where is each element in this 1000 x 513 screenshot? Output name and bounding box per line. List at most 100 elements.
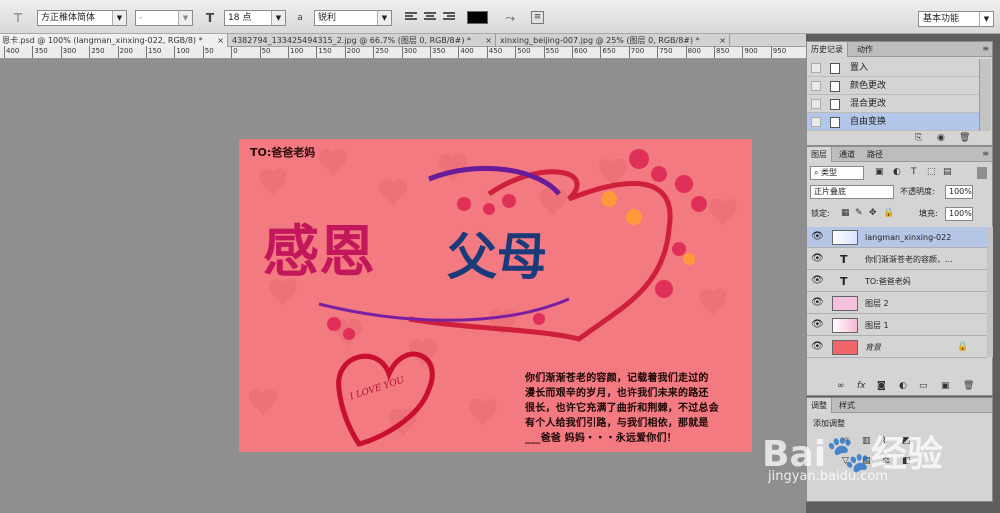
font-family-value: 方正稚体简体	[41, 13, 96, 23]
filter-shape-icon[interactable]: ⬚	[927, 167, 936, 177]
ruler-tick	[401, 46, 403, 58]
lock-all-icon[interactable]: 🔒	[883, 208, 894, 218]
close-icon[interactable]: ×	[217, 34, 224, 47]
blend-mode-select[interactable]: 正片叠底	[810, 185, 894, 199]
filter-pixel-icon[interactable]: ▣	[875, 167, 884, 177]
ruler-tick	[714, 46, 715, 58]
eye-icon[interactable]: 👁	[811, 254, 824, 264]
tab-paths[interactable]: 路径	[863, 147, 887, 162]
layer-row[interactable]: 👁 langman_xinxing-022	[807, 227, 987, 248]
new-document-icon[interactable]: ⎘	[915, 133, 922, 143]
checkbox[interactable]	[811, 99, 821, 109]
eye-icon[interactable]: 👁	[811, 342, 824, 352]
layer-name: 图层 1	[865, 321, 889, 330]
tab-actions[interactable]: 动作	[853, 42, 877, 57]
layer-style-icon[interactable]: fx	[857, 381, 866, 391]
ruler-tick	[117, 46, 119, 58]
layer-row[interactable]: 👁 T TO:爸爸老妈	[807, 271, 987, 292]
ruler-tick	[174, 46, 176, 58]
filter-toggle[interactable]	[977, 167, 987, 179]
eye-icon[interactable]: 👁	[811, 298, 824, 308]
align-left-icon[interactable]	[405, 12, 417, 23]
layer-thumbnail	[832, 296, 858, 311]
document-icon	[830, 117, 840, 128]
lock-pixels-icon[interactable]: ✎	[855, 208, 863, 218]
underline-swoosh	[318, 297, 570, 322]
font-size-select[interactable]: 18 点 ▼	[224, 10, 286, 26]
ruler-tick	[146, 46, 147, 58]
tab-document-1[interactable]: 恩卡.psd @ 100% (langman_xinxing-022, RGB/…	[0, 34, 228, 47]
tab-document-2[interactable]: 4382794_133425494315_2.jpg @ 66.7% (图层 0…	[230, 34, 496, 47]
new-layer-icon[interactable]: ▣	[941, 381, 950, 391]
ruler-label: 400	[6, 47, 20, 55]
filter-smart-icon[interactable]: ▤	[943, 167, 952, 177]
checkbox[interactable]	[811, 81, 821, 91]
document-canvas[interactable]: TO:爸爸老妈 感恩 父母 I LOVE YOU 你们渐渐苍老的容颜，记载着我们…	[239, 139, 752, 452]
panel-menu-icon[interactable]: ≡	[982, 44, 989, 53]
body-line: 有个人给我们引路，与我们相依，那就是	[525, 418, 709, 429]
lock-position-icon[interactable]: ✥	[869, 208, 877, 218]
tab-channels[interactable]: 通道	[835, 147, 859, 162]
character-panel-icon[interactable]: ≡	[531, 11, 544, 24]
history-item[interactable]: 颜色更改	[807, 77, 979, 95]
layer-row[interactable]: 👁 背景 🔒	[807, 337, 987, 358]
history-scrollbar[interactable]	[979, 59, 991, 131]
layer-row[interactable]: 👁 T 你们渐渐苍老的容颜，...	[807, 249, 987, 270]
ruler-label: 100	[176, 47, 190, 55]
eye-icon[interactable]: 👁	[811, 232, 824, 242]
ruler-tick	[231, 46, 233, 58]
history-item[interactable]: 置入	[807, 59, 979, 77]
tab-history[interactable]: 历史记录	[807, 42, 848, 57]
lock-transparent-icon[interactable]: ▦	[841, 208, 850, 218]
link-layers-icon[interactable]: ∞	[837, 381, 845, 391]
tab-label: xinxing_beijing-007.jpg @ 25% (图层 0, RGB…	[500, 36, 700, 45]
fill-input[interactable]: 100%	[945, 207, 973, 221]
adjustment-layer-icon[interactable]: ◐	[899, 381, 907, 391]
tab-layers[interactable]: 图层	[807, 147, 832, 162]
history-item-selected[interactable]: 自由变换	[807, 113, 979, 131]
type-tool-icon[interactable]: ⊤	[10, 10, 26, 26]
tab-document-3[interactable]: xinxing_beijing-007.jpg @ 25% (图层 0, RGB…	[498, 34, 730, 47]
tab-adjustments[interactable]: 调整	[807, 398, 832, 413]
align-right-icon[interactable]	[443, 12, 455, 23]
filter-type-icon[interactable]: T	[911, 167, 917, 177]
font-style-select[interactable]: - ▼	[135, 10, 193, 26]
opacity-input[interactable]: 100%	[945, 185, 973, 199]
layers-scrollbar[interactable]	[987, 227, 993, 357]
chevron-down-icon: ▼	[979, 12, 993, 26]
ruler-tick	[4, 46, 5, 58]
align-center-icon[interactable]	[424, 12, 436, 23]
trash-icon[interactable]: 🗑	[959, 133, 970, 143]
warp-text-icon[interactable]: ⤳	[502, 10, 518, 26]
text-color-swatch[interactable]	[467, 11, 488, 24]
antialias-select[interactable]: 锐利 ▼	[314, 10, 392, 26]
ruler-label: 850	[716, 47, 730, 55]
close-icon[interactable]: ×	[719, 34, 726, 47]
options-bar: ⊤ 方正稚体简体 ▼ - ▼ T 18 点 ▼ a 锐利 ▼ ⤳ ≡ 基本功能 …	[0, 0, 1000, 34]
history-item[interactable]: 混合更改	[807, 95, 979, 113]
layer-row[interactable]: 👁 图层 1	[807, 315, 987, 336]
layer-filter-value: 类型	[821, 168, 838, 177]
font-family-select[interactable]: 方正稚体简体 ▼	[37, 10, 127, 26]
font-size-value: 18 点	[228, 13, 252, 23]
ruler-tick	[430, 46, 431, 58]
panel-menu-icon[interactable]: ≡	[982, 149, 989, 158]
checkbox[interactable]	[811, 63, 821, 73]
tab-styles[interactable]: 样式	[835, 398, 859, 413]
trash-icon[interactable]: 🗑	[963, 381, 974, 391]
antialias-icon: a	[292, 10, 308, 26]
add-mask-icon[interactable]: ◙	[877, 381, 886, 391]
history-tabs: 历史记录 动作 ≡	[807, 42, 992, 57]
ruler-tick	[32, 46, 34, 58]
watermark-url: jingyan.baidu.com	[768, 469, 888, 484]
workspace-select[interactable]: 基本功能 ▼	[918, 11, 994, 27]
layer-filter-select[interactable]: ⌕ 类型	[810, 166, 864, 180]
ruler-label: 250	[91, 47, 105, 55]
group-folder-icon[interactable]: ▭	[919, 381, 928, 391]
eye-icon[interactable]: 👁	[811, 320, 824, 330]
snapshot-icon[interactable]: ◉	[937, 133, 945, 143]
checkbox[interactable]	[811, 117, 821, 127]
eye-icon[interactable]: 👁	[811, 276, 824, 286]
filter-adjustment-icon[interactable]: ◐	[893, 167, 901, 177]
layer-row[interactable]: 👁 图层 2	[807, 293, 987, 314]
